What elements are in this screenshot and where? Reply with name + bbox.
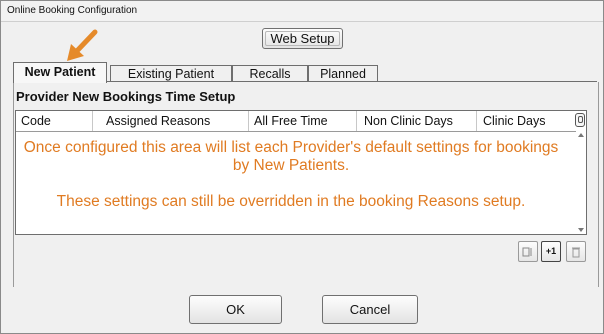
annotation-text-1: Once configured this area will list each… <box>23 139 559 174</box>
web-setup-button[interactable]: Web Setup <box>262 28 343 49</box>
column-separator <box>92 111 93 131</box>
column-header-non-clinic-days[interactable]: Non Clinic Days <box>364 114 453 128</box>
scroll-up-icon[interactable] <box>578 133 584 137</box>
scroll-down-icon[interactable] <box>578 228 584 232</box>
dialog-window: Online Booking Configuration Web Setup N… <box>0 0 604 334</box>
tab-new-patient[interactable]: New Patient <box>13 62 107 83</box>
column-header-all-free-time[interactable]: All Free Time <box>254 114 328 128</box>
ok-button[interactable]: OK <box>189 295 282 324</box>
delete-button[interactable] <box>566 241 586 262</box>
tab-planned[interactable]: Planned <box>308 65 378 82</box>
column-separator <box>356 111 357 131</box>
column-separator <box>476 111 477 131</box>
grid-header: Code Assigned Reasons All Free Time Non … <box>16 111 586 132</box>
vertical-scrollbar[interactable] <box>576 131 586 234</box>
column-header-assigned-reasons[interactable]: Assigned Reasons <box>106 114 210 128</box>
annotation-overlay: Once configured this area will list each… <box>21 139 561 211</box>
plus-one-button[interactable]: +1 <box>541 241 561 262</box>
column-header-code[interactable]: Code <box>21 114 51 128</box>
column-header-clinic-days[interactable]: Clinic Days <box>483 114 546 128</box>
cancel-button[interactable]: Cancel <box>322 295 418 324</box>
copy-icon <box>522 247 532 257</box>
orange-arrow-icon <box>67 29 98 61</box>
copy-button[interactable] <box>518 241 538 262</box>
window-title: Online Booking Configuration <box>7 5 138 16</box>
title-bar: Online Booking Configuration <box>1 1 603 22</box>
section-title: Provider New Bookings Time Setup <box>16 89 236 104</box>
trash-icon <box>572 247 580 258</box>
tab-recalls[interactable]: Recalls <box>232 65 308 82</box>
tab-strip: New Patient Existing Patient Recalls Pla… <box>13 62 383 83</box>
column-separator <box>248 111 249 131</box>
column-chooser-icon[interactable] <box>575 113 585 127</box>
tab-existing-patient[interactable]: Existing Patient <box>110 65 232 82</box>
annotation-text-2: These settings can still be overridden i… <box>56 193 526 210</box>
